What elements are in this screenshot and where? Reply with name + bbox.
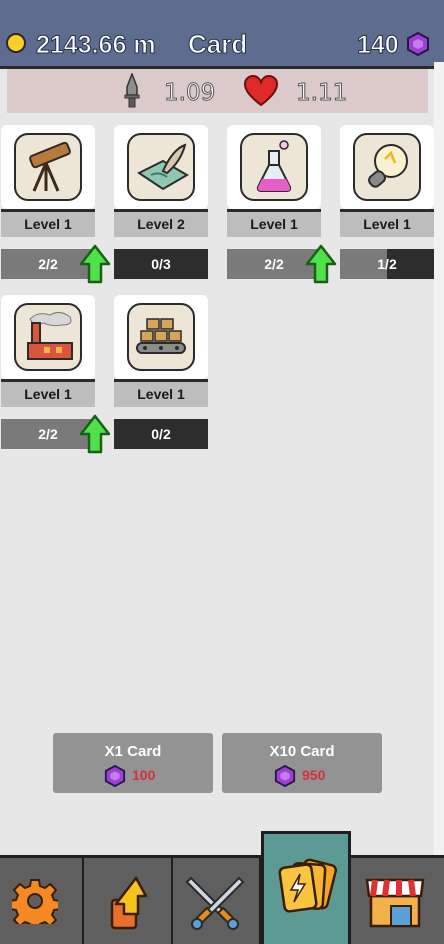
upgrade-arrow-icon[interactable] <box>79 244 111 284</box>
cards-icon <box>278 858 338 913</box>
background-window-edge <box>434 62 444 857</box>
card-frame <box>227 125 321 209</box>
distance-value: 2143.66 m <box>36 31 157 60</box>
card-item[interactable]: Level 1 2/2 <box>1 295 111 454</box>
card-item[interactable]: Level 1 0/2 <box>114 295 208 449</box>
upgrade-arrow-icon[interactable] <box>305 244 337 284</box>
map-quill-icon <box>127 133 195 201</box>
card-frame <box>114 295 208 379</box>
upgrade-arrow-icon[interactable] <box>79 414 111 454</box>
card-progress-bar: 0/2 <box>114 419 208 449</box>
buy-x1-label: X1 Card <box>104 743 162 760</box>
card-progress-text: 0/2 <box>151 426 171 442</box>
coin-icon <box>6 33 26 53</box>
dagger-icon <box>124 73 140 108</box>
tab-shop[interactable] <box>351 858 444 944</box>
card-level: Level 2 <box>114 212 208 237</box>
page-title: Card <box>187 29 248 60</box>
health-multiplier: 1.11 <box>295 80 348 107</box>
card-level: Level 1 <box>1 212 95 237</box>
shop-icon <box>365 878 425 928</box>
tab-battle[interactable] <box>173 858 261 944</box>
card-progress-text: 0/3 <box>151 256 171 272</box>
card-frame <box>114 125 208 209</box>
gem-icon <box>407 32 429 56</box>
lightbulb-icon <box>353 133 421 201</box>
gem-icon <box>274 765 296 787</box>
card-item[interactable]: Level 1 2/2 <box>227 125 337 284</box>
conveyor-boxes-icon <box>127 303 195 371</box>
tab-settings[interactable] <box>0 858 84 944</box>
tab-cards[interactable] <box>261 831 351 944</box>
gem-count: 140 <box>357 31 400 60</box>
upgrade-arrow-icon <box>110 876 148 930</box>
card-progress-bar: 1/2 <box>340 249 434 279</box>
card-frame <box>340 125 434 209</box>
buy-x10-card-button[interactable]: X10 Card 950 <box>222 733 382 793</box>
card-level: Level 1 <box>340 212 434 237</box>
card-item[interactable]: Level 1 2/2 <box>1 125 111 284</box>
buy-x1-card-button[interactable]: X1 Card 100 <box>53 733 213 793</box>
card-frame <box>1 295 95 379</box>
heart-icon <box>244 75 278 107</box>
factory-icon <box>14 303 82 371</box>
telescope-icon <box>14 133 82 201</box>
crossed-swords-icon <box>185 876 245 930</box>
card-frame <box>1 125 95 209</box>
card-level: Level 1 <box>114 382 208 407</box>
gem-icon <box>104 765 126 787</box>
card-progress-text: 1/2 <box>377 256 397 272</box>
buy-x10-price: 950 <box>302 767 326 783</box>
gear-icon <box>12 879 58 924</box>
buy-x1-price: 100 <box>132 767 156 783</box>
card-level: Level 1 <box>1 382 95 407</box>
tab-upgrade[interactable] <box>84 858 173 944</box>
card-item[interactable]: Level 1 1/2 <box>340 125 434 279</box>
buy-x10-label: X10 Card <box>269 743 335 760</box>
attack-multiplier: 1.09 <box>163 80 216 107</box>
potion-flask-icon <box>240 133 308 201</box>
card-item[interactable]: Level 2 0/3 <box>114 125 208 279</box>
card-level: Level 1 <box>227 212 321 237</box>
stats-bar <box>7 69 428 113</box>
card-progress-bar: 0/3 <box>114 249 208 279</box>
